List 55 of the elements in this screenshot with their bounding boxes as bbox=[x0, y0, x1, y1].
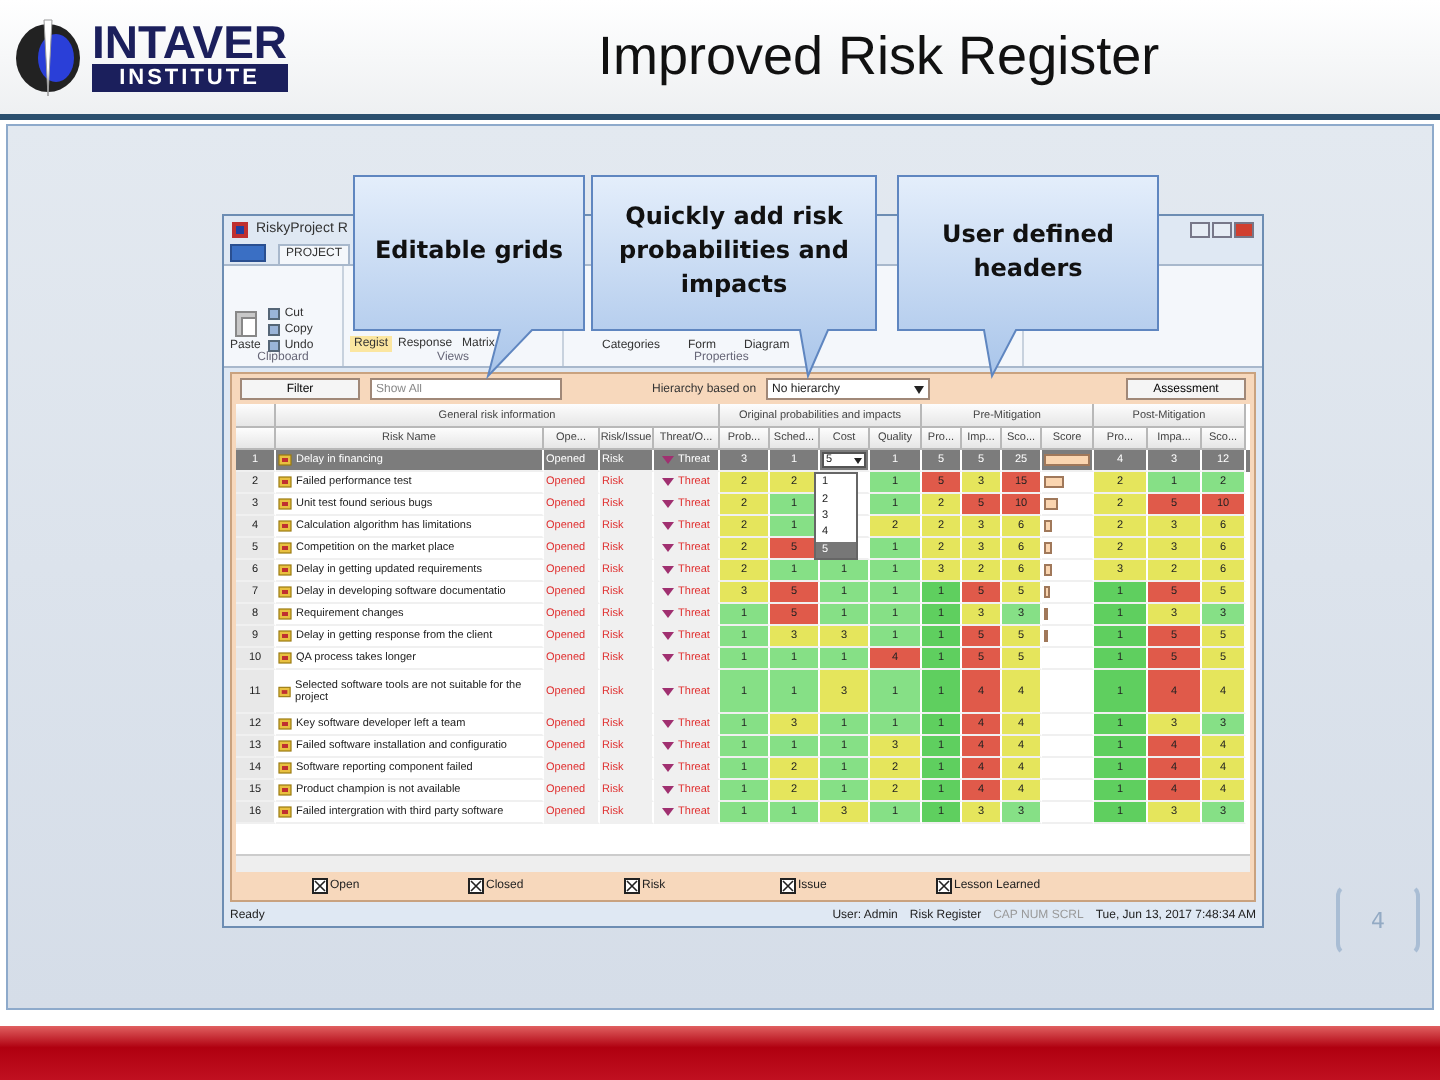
slide-title: Improved Risk Register bbox=[598, 26, 1160, 88]
triangle-icon bbox=[662, 544, 675, 552]
horizontal-scrollbar[interactable] bbox=[236, 854, 1250, 872]
folder-icon bbox=[278, 806, 292, 818]
triangle-icon bbox=[662, 566, 675, 574]
folder-icon bbox=[278, 784, 292, 796]
triangle-icon bbox=[662, 478, 675, 486]
folder-icon bbox=[278, 630, 292, 642]
triangle-icon bbox=[662, 610, 675, 618]
clipboard-icon bbox=[233, 310, 258, 338]
folder-icon bbox=[278, 685, 292, 697]
logo-icon bbox=[12, 17, 84, 97]
caret-icon bbox=[854, 457, 862, 463]
checkbox[interactable] bbox=[312, 878, 328, 894]
folder-icon bbox=[278, 498, 292, 510]
folder-icon bbox=[278, 740, 292, 752]
triangle-icon bbox=[662, 742, 675, 750]
folder-icon bbox=[278, 542, 292, 554]
app-icon bbox=[232, 221, 248, 237]
checkbox[interactable] bbox=[936, 878, 952, 894]
maximize-button[interactable] bbox=[1212, 221, 1232, 237]
header-corner bbox=[236, 404, 276, 428]
folder-icon bbox=[278, 476, 292, 488]
folder-icon bbox=[278, 520, 292, 532]
checkbox[interactable] bbox=[468, 878, 484, 894]
checkbox[interactable] bbox=[624, 878, 640, 894]
logo-text: INTAVER bbox=[92, 22, 288, 64]
triangle-icon bbox=[662, 522, 675, 530]
folder-icon bbox=[278, 718, 292, 730]
triangle-icon bbox=[662, 687, 675, 695]
folder-icon bbox=[278, 564, 292, 576]
checkbox[interactable] bbox=[780, 878, 796, 894]
page-number: 4 bbox=[1336, 884, 1420, 956]
folder-icon bbox=[278, 762, 292, 774]
close-button[interactable] bbox=[1234, 221, 1254, 237]
triangle-icon bbox=[662, 786, 675, 794]
triangle-icon bbox=[662, 632, 675, 640]
folder-icon bbox=[278, 586, 292, 598]
triangle-icon bbox=[662, 720, 675, 728]
triangle-icon bbox=[662, 764, 675, 772]
minimize-button[interactable] bbox=[1190, 221, 1210, 237]
triangle-icon bbox=[662, 588, 675, 596]
folder-icon bbox=[278, 652, 292, 664]
callout-text: Editable grids bbox=[374, 234, 564, 268]
caret-icon bbox=[914, 385, 925, 393]
callout-text: Quickly add risk probabilities and impacts bbox=[617, 200, 851, 302]
header-corner bbox=[236, 428, 276, 450]
triangle-icon bbox=[662, 808, 675, 816]
triangle-icon bbox=[662, 654, 675, 662]
logo-subtitle: INSTITUTE bbox=[92, 64, 288, 92]
folder-icon bbox=[278, 454, 292, 466]
triangle-icon bbox=[662, 456, 675, 464]
callout-text: User defined headers bbox=[939, 217, 1116, 285]
folder-icon bbox=[278, 608, 292, 620]
triangle-icon bbox=[662, 500, 675, 508]
